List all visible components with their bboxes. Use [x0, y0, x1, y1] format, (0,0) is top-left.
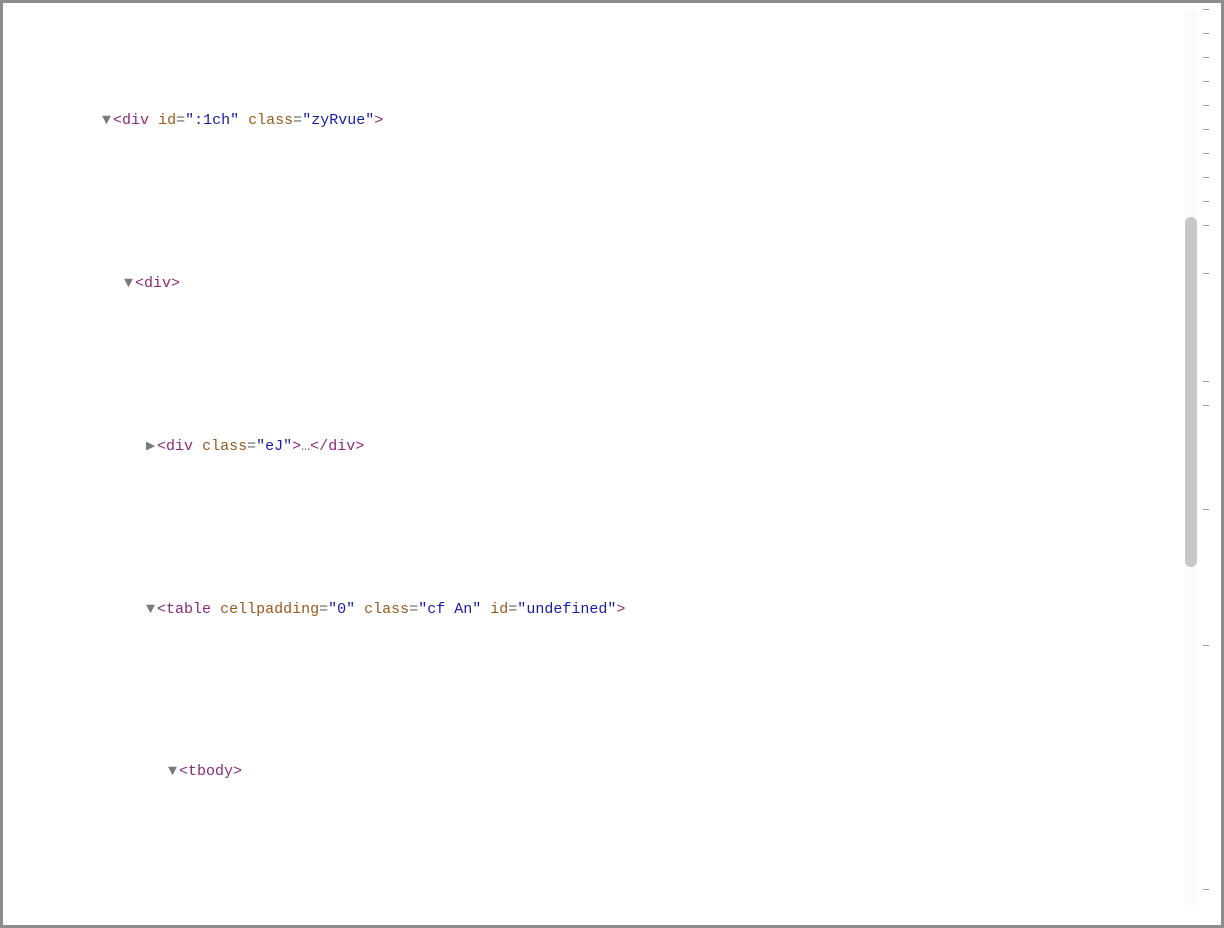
disclosure-triangle-down[interactable]: ▼	[146, 598, 157, 621]
ruler-tick	[1203, 33, 1209, 34]
dom-tree-pane[interactable]: ▼<div id=":1ch" class="zyRvue"> ▼<div> ▶…	[18, 3, 1179, 913]
dom-row[interactable]: ▼<tbody>	[18, 737, 1179, 807]
dom-row[interactable]: ▼<table cellpadding="0" class="cf An" id…	[18, 574, 1179, 644]
ruler-tick	[1203, 509, 1209, 510]
ruler-tick	[1203, 105, 1209, 106]
dom-row[interactable]: ▼<div>	[18, 249, 1179, 319]
ruler-tick	[1203, 129, 1209, 130]
ruler-tick	[1203, 405, 1209, 406]
disclosure-triangle-down[interactable]: ▼	[168, 760, 179, 783]
ruler-tick	[1203, 273, 1209, 274]
ruler-tick	[1203, 9, 1209, 10]
ruler-tick	[1203, 153, 1209, 154]
ruler-tick	[1203, 57, 1209, 58]
scrollbar-track[interactable]	[1185, 11, 1197, 905]
ruler-tick	[1203, 645, 1209, 646]
ruler-tick	[1203, 225, 1209, 226]
dom-row[interactable]: ▶<div class="eJ">…</div>	[18, 412, 1179, 482]
overview-ruler	[1200, 9, 1209, 911]
disclosure-triangle-right[interactable]: ▶	[146, 435, 157, 458]
ruler-tick	[1203, 81, 1209, 82]
disclosure-triangle-down[interactable]: ▼	[124, 272, 135, 295]
dom-row[interactable]: ▼<tr>	[18, 900, 1179, 913]
dom-row[interactable]: ▼<div id=":1ch" class="zyRvue">	[18, 86, 1179, 156]
ruler-tick	[1203, 177, 1209, 178]
ruler-tick	[1203, 889, 1209, 890]
devtools-frame: ▼<div id=":1ch" class="zyRvue"> ▼<div> ▶…	[0, 0, 1224, 928]
scrollbar-thumb[interactable]	[1185, 217, 1197, 567]
ruler-tick	[1203, 201, 1209, 202]
ruler-tick	[1203, 381, 1209, 382]
disclosure-triangle-down[interactable]: ▼	[102, 109, 113, 132]
